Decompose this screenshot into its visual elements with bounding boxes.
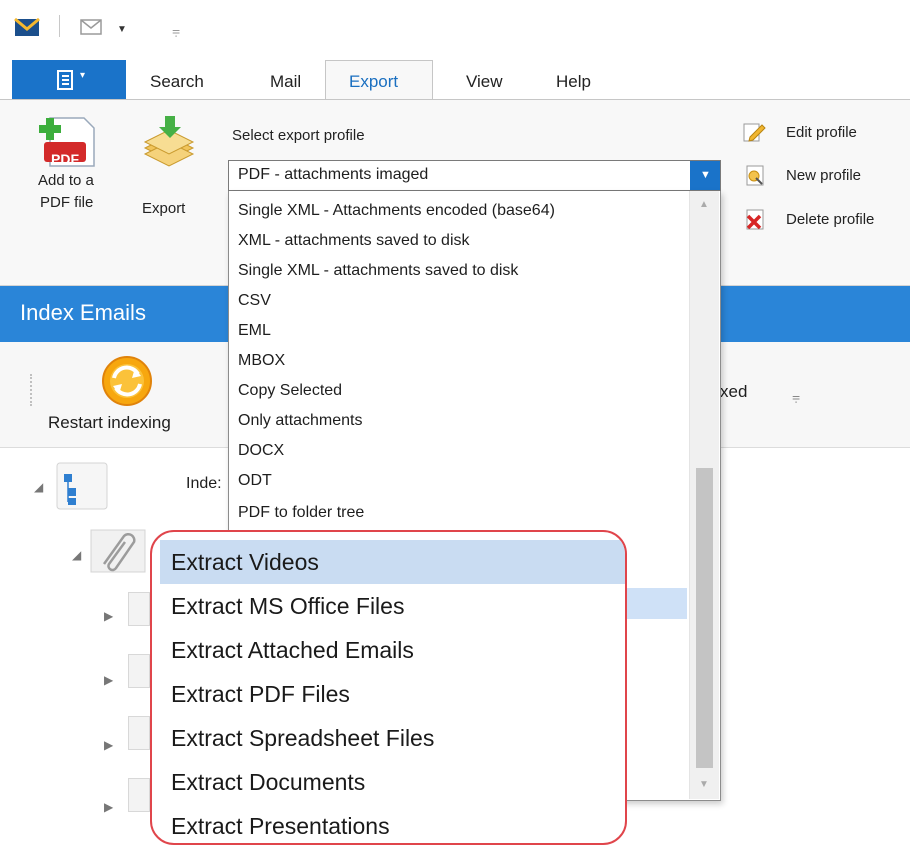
- extract-option[interactable]: Extract PDF Files: [171, 680, 350, 708]
- extract-option[interactable]: Extract Videos: [171, 548, 319, 576]
- select-profile-label: Select export profile: [232, 127, 365, 144]
- tree-node-2: [128, 654, 150, 688]
- export-profile-select[interactable]: PDF - attachments imaged ▼: [228, 160, 721, 191]
- delete-profile-icon: [742, 208, 766, 230]
- ribbon-tab-bar: ▾ Search Mail Export View Help: [0, 54, 910, 102]
- dropdown-option[interactable]: Copy Selected: [238, 381, 342, 401]
- customize-qat-icon[interactable]: ⩦: [172, 22, 180, 39]
- chevron-down-icon: ▼: [700, 169, 711, 181]
- tab-export[interactable]: Export: [349, 72, 398, 92]
- dropdown-option[interactable]: Single XML - Attachments encoded (base64…: [238, 201, 555, 221]
- dropdown-option[interactable]: MBOX: [238, 351, 285, 371]
- export-button[interactable]: Export: [136, 110, 216, 220]
- extract-option[interactable]: Extract Attached Emails: [171, 636, 414, 664]
- tab-view[interactable]: View: [466, 72, 503, 92]
- quick-access-toolbar: ▼ ⩦: [0, 0, 910, 54]
- restart-indexing-label: Restart indexing: [48, 413, 171, 432]
- add-to-pdf-button[interactable]: PDF Add to a PDF file: [30, 110, 120, 240]
- pdf-icon-text: PDF: [51, 151, 79, 167]
- expand-arrow-icon-1[interactable]: ▶: [104, 609, 113, 623]
- dropdown-option[interactable]: ODT: [238, 471, 272, 491]
- extract-options-callout: Extract Videos Extract MS Office Files E…: [150, 530, 627, 845]
- restart-indexing-button[interactable]: Restart indexing: [40, 350, 220, 442]
- collapse-arrow-icon-2[interactable]: ◢: [72, 548, 81, 562]
- dropdown-option[interactable]: Single XML - attachments saved to disk: [238, 261, 518, 281]
- scroll-up-icon[interactable]: ▲: [699, 199, 709, 210]
- dropdown-option[interactable]: CSV: [238, 291, 271, 311]
- tab-search[interactable]: Search: [150, 72, 204, 92]
- new-profile-icon: [742, 164, 766, 186]
- add-pdf-label-line1: Add to a: [38, 172, 94, 189]
- tab-mail[interactable]: Mail: [270, 72, 301, 92]
- export-label: Export: [142, 200, 186, 217]
- profile-dropdown-button[interactable]: ▼: [690, 161, 720, 190]
- new-profile-button[interactable]: New profile: [742, 163, 902, 189]
- attachments-clip-icon: [90, 524, 146, 574]
- extract-option[interactable]: Extract Presentations: [171, 812, 390, 840]
- file-menu-icon: [57, 70, 73, 90]
- tab-help[interactable]: Help: [556, 72, 591, 92]
- extract-option[interactable]: Extract Spreadsheet Files: [171, 724, 434, 752]
- extract-option[interactable]: Extract Documents: [171, 768, 365, 796]
- selected-profile-value: PDF - attachments imaged: [238, 166, 429, 183]
- delete-profile-label: Delete profile: [786, 211, 875, 228]
- tree-node-1: [128, 592, 150, 626]
- scroll-down-icon[interactable]: ▼: [699, 779, 709, 790]
- file-menu-button[interactable]: ▾: [12, 60, 126, 100]
- dropdown-option[interactable]: EML: [238, 321, 271, 341]
- edit-profile-icon: [742, 121, 766, 143]
- dropdown-arrow-icon[interactable]: ▼: [117, 24, 127, 35]
- dropdown-option[interactable]: DOCX: [238, 441, 284, 461]
- edit-profile-label: Edit profile: [786, 124, 857, 141]
- mail-app-icon[interactable]: [14, 16, 40, 38]
- tree-node-4: [128, 778, 150, 812]
- refresh-icon: [100, 354, 154, 408]
- indexed-label-partial: xed: [720, 382, 748, 401]
- scrollbar-thumb[interactable]: [696, 468, 713, 768]
- export-stack-icon: [141, 114, 197, 168]
- add-pdf-label-line2: PDF file: [40, 194, 94, 211]
- expand-arrow-icon-2[interactable]: ▶: [104, 673, 113, 687]
- collapse-arrow-icon[interactable]: ◢: [34, 480, 43, 494]
- delete-profile-button[interactable]: Delete profile: [742, 207, 910, 233]
- tree-node-3: [128, 716, 150, 750]
- dropdown-option[interactable]: Only attachments: [238, 411, 363, 431]
- panel-title: Index Emails: [20, 300, 146, 325]
- expand-arrow-icon-3[interactable]: ▶: [104, 738, 113, 752]
- index-root-icon: [56, 462, 108, 510]
- dropdown-option[interactable]: PDF to folder tree: [238, 503, 364, 523]
- edit-profile-button[interactable]: Edit profile: [742, 120, 902, 146]
- expand-arrow-icon-4[interactable]: ▶: [104, 800, 113, 814]
- extract-option[interactable]: Extract MS Office Files: [171, 592, 404, 620]
- new-profile-label: New profile: [786, 167, 862, 184]
- grip-handle[interactable]: [30, 374, 34, 406]
- dropdown-scrollbar[interactable]: ▲ ▼: [689, 191, 719, 799]
- dropdown-option[interactable]: XML - attachments saved to disk: [238, 231, 470, 251]
- customize-toolbar-icon[interactable]: ⩦: [792, 388, 800, 405]
- tree-root-label: Inde:: [186, 475, 222, 492]
- mail-small-icon[interactable]: [80, 17, 104, 37]
